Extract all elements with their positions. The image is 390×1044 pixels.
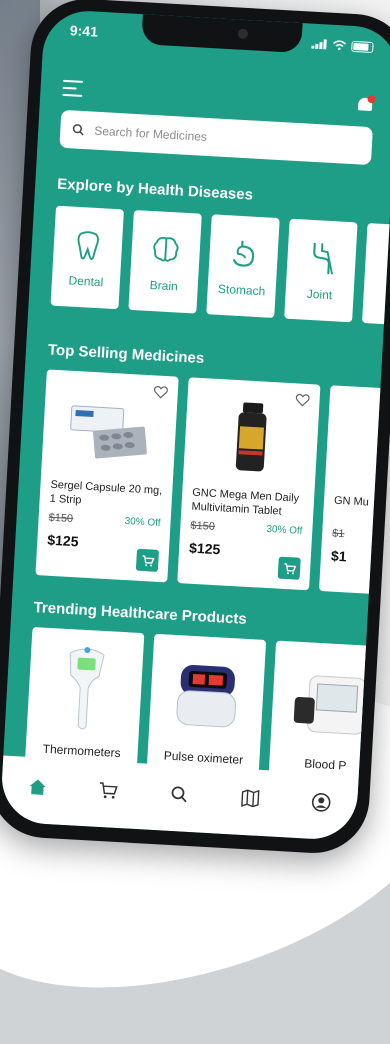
old-price: $1 <box>331 527 345 541</box>
top-bar <box>62 76 376 117</box>
search-icon <box>171 786 187 803</box>
tooth-icon <box>77 231 99 260</box>
disease-label: Stomach <box>217 281 266 299</box>
price: $1 <box>330 547 347 565</box>
disease-card-dental[interactable]: Dental <box>50 205 124 310</box>
disease-card-joint[interactable]: Joint <box>284 218 358 323</box>
disease-label: Joint <box>306 286 333 303</box>
disease-label: Brain <box>149 277 179 294</box>
notification-bell-icon[interactable] <box>356 94 376 115</box>
app-screen: 9:41 Explore by Health Diseases Dental <box>0 8 390 842</box>
search-input[interactable] <box>91 122 361 154</box>
cart-icon <box>142 554 155 566</box>
cart-icon <box>99 782 118 799</box>
oximeter-icon <box>169 645 244 747</box>
disease-label: Dental <box>68 273 104 290</box>
tab-search[interactable] <box>164 779 196 811</box>
search-bar[interactable] <box>59 109 373 166</box>
add-to-cart-button[interactable] <box>277 556 301 580</box>
heart-icon[interactable] <box>295 393 310 407</box>
capsule-strip-icon <box>51 380 168 478</box>
heart-icon[interactable] <box>153 385 168 399</box>
medicine-name: Sergel Capsule 20 mg, 1 Strip <box>49 478 163 507</box>
tab-home[interactable] <box>21 771 53 803</box>
medicine-card-partial[interactable]: GN Mu $1 $1 <box>318 385 390 599</box>
blood-pressure-monitor-icon <box>286 651 371 753</box>
disease-card-brain[interactable]: Brain <box>128 209 202 314</box>
joint-icon <box>313 242 334 275</box>
product-label: Blood P <box>303 756 347 773</box>
product-label: Pulse oximeter <box>163 748 244 767</box>
section-title-top-selling: Top Selling Medicines <box>47 341 205 368</box>
disease-card-partial[interactable] <box>362 223 390 327</box>
home-icon <box>29 779 46 795</box>
stomach-icon <box>232 240 255 267</box>
discount-badge: 30% Off <box>124 515 161 529</box>
cart-icon <box>283 562 296 574</box>
profile-icon <box>312 793 331 812</box>
search-icon <box>72 124 84 136</box>
tab-profile[interactable] <box>306 787 338 819</box>
battery-icon <box>351 40 374 53</box>
section-title-trending: Trending Healthcare Products <box>33 599 248 628</box>
tab-cart[interactable] <box>92 775 124 807</box>
old-price: $150 <box>190 519 216 533</box>
tab-map[interactable] <box>235 783 267 815</box>
signal-icon <box>311 39 327 50</box>
section-title-diseases: Explore by Health Diseases <box>56 175 254 204</box>
product-label: Thermometers <box>42 741 122 761</box>
thermometer-icon <box>57 639 112 740</box>
medicine-list: Sergel Capsule 20 mg, 1 Strip $150 30% O… <box>35 369 390 599</box>
map-icon <box>241 789 260 808</box>
wifi-icon <box>333 40 347 51</box>
old-price: $150 <box>48 511 74 526</box>
phone-frame: 9:41 Explore by Health Diseases Dental <box>0 0 390 856</box>
disease-card-stomach[interactable]: Stomach <box>206 214 280 318</box>
medicine-card[interactable]: GNC Mega Men Daily Multivitamin Tablet $… <box>177 377 321 591</box>
medicine-name: GNC Mega Men Daily Multivitamin Tablet <box>191 486 300 518</box>
notification-dot <box>367 94 376 104</box>
discount-badge: 30% Off <box>266 523 303 537</box>
status-icons <box>311 38 374 53</box>
menu-icon[interactable] <box>62 79 84 97</box>
vitamin-bottle-icon <box>193 388 310 486</box>
brain-icon <box>153 236 179 262</box>
medicine-name: GN Mu <box>333 494 370 509</box>
status-time: 9:41 <box>69 22 99 40</box>
medicine-card[interactable]: Sergel Capsule 20 mg, 1 Strip $150 30% O… <box>35 369 179 583</box>
vitamin-bottle-icon <box>335 396 390 494</box>
add-to-cart-button[interactable] <box>135 548 160 572</box>
disease-list: Dental Brain Stomach Joint <box>50 205 390 327</box>
